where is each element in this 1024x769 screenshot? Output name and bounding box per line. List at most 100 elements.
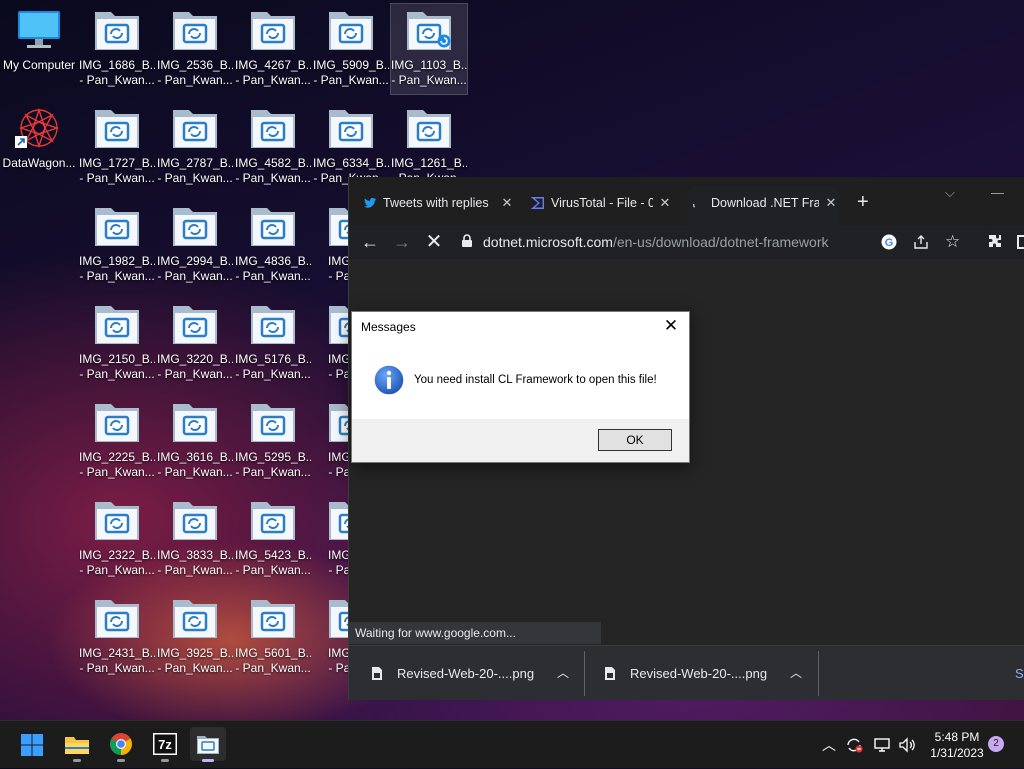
tab-dotnet[interactable]: Download .NET Framework ✕	[687, 187, 839, 225]
tab-close-icon[interactable]: ✕	[823, 187, 839, 219]
desktop-icon-my-computer[interactable]: My Computer	[1, 4, 77, 94]
start-button[interactable]	[14, 727, 50, 761]
active-app-button[interactable]	[190, 727, 226, 762]
chrome-button[interactable]	[103, 727, 139, 762]
tab-close-icon[interactable]: ✕	[657, 189, 673, 217]
chevron-up-icon[interactable]: ︿	[790, 646, 802, 700]
twitter-icon	[363, 197, 377, 208]
icon-label-line1: IMG_2150_B...	[79, 352, 155, 366]
icon-image	[171, 400, 219, 446]
icon-label-line2: - Pan_Kwan...	[235, 661, 311, 675]
clock[interactable]: 5:48 PM 1/31/2023	[922, 729, 992, 761]
icon-label-line1: IMG_4267_B...	[235, 58, 311, 72]
desktop-icon-image-file[interactable]: IMG_3220_B... - Pan_Kwan...	[157, 298, 233, 388]
icon-label-line2: - Pan_Kwan...	[79, 73, 155, 87]
download-item[interactable]: Revised-Web-20-....png ︿	[371, 646, 581, 700]
desktop-icon-image-file[interactable]: IMG_5601_B... - Pan_Kwan...	[235, 592, 311, 682]
icon-label-line1: IMG_3925_B...	[157, 646, 233, 660]
share-icon[interactable]	[913, 234, 929, 250]
desktop-icon-image-file[interactable]: IMG_5909_B... - Pan_Kwan...	[313, 4, 389, 94]
image-folder-icon	[95, 502, 139, 540]
desktop-icon-image-file[interactable]: IMG_1686_B... - Pan_Kwan...	[79, 4, 155, 94]
image-folder-icon	[95, 306, 139, 344]
icon-label-line2: - Pan_Kwan...	[79, 171, 155, 185]
icon-image	[171, 596, 219, 642]
new-tab-button[interactable]: +	[857, 191, 869, 213]
icon-image	[93, 400, 141, 446]
image-folder-icon	[173, 502, 217, 540]
forward-arrow-icon[interactable]: →	[389, 229, 415, 255]
icon-image	[249, 596, 297, 642]
tab-close-icon[interactable]: ✕	[499, 189, 515, 217]
side-panel-icon[interactable]	[1017, 235, 1024, 249]
desktop-icon-image-file[interactable]: IMG_2994_B... - Pan_Kwan...	[157, 200, 233, 290]
desktop-icon-image-file[interactable]: IMG_1103_B... - Pan_Kwan...	[390, 3, 468, 95]
icon-label-line1: IMG_2431_B...	[79, 646, 155, 660]
file-icon	[605, 667, 615, 680]
desktop-icon-image-file[interactable]: IMG_3616_B... - Pan_Kwan...	[157, 396, 233, 486]
desktop-icon-image-file[interactable]: IMG_1982_B... - Pan_Kwan...	[79, 200, 155, 290]
icon-label-line1: IMG_3616_B...	[157, 450, 233, 464]
google-icon[interactable]: G	[881, 234, 897, 250]
icon-label-line2: - Pan_Kwan...	[79, 661, 155, 675]
icon-label-line1: IMG_5423_B...	[235, 548, 311, 562]
desktop-icon-image-file[interactable]: IMG_2322_B... - Pan_Kwan...	[79, 494, 155, 584]
image-folder-icon	[407, 110, 451, 148]
icon-image	[93, 106, 141, 152]
icon-image	[171, 498, 219, 544]
7zip-button[interactable]: 7z	[147, 727, 183, 762]
desktop-icon-image-file[interactable]: IMG_4836_B... - Pan_Kwan...	[235, 200, 311, 290]
icon-label-line2: - Pan_Kwan...	[235, 269, 311, 283]
desktop-icon-datawagon[interactable]: DataWagon...	[1, 102, 77, 192]
icon-label-line2: - Pan_Kwan...	[235, 367, 311, 381]
network-icon[interactable]	[873, 737, 891, 753]
icon-label-line1: IMG_5295_B...	[235, 450, 311, 464]
desktop-icon-image-file[interactable]: IMG_4267_B... - Pan_Kwan...	[235, 4, 311, 94]
app-icon	[197, 736, 219, 754]
tab-tweets[interactable]: Tweets with replies ✕	[359, 189, 515, 217]
tab-search-icon[interactable]: ⌵	[945, 185, 955, 201]
icon-image	[15, 106, 63, 152]
windows-logo-icon	[21, 734, 43, 756]
running-indicator	[161, 759, 169, 762]
desktop-icon-image-file[interactable]: IMG_3925_B... - Pan_Kwan...	[157, 592, 233, 682]
desktop-icon-image-file[interactable]: IMG_2787_B... - Pan_Kwan...	[157, 102, 233, 192]
icon-label-line2: - Pan_Kwan...	[235, 563, 311, 577]
icon-label-line2: - Pan_Kwan...	[157, 465, 233, 479]
tray-overflow-icon[interactable]: ︿	[822, 721, 836, 769]
extensions-icon[interactable]	[987, 233, 1003, 249]
desktop-icon-image-file[interactable]: IMG_3833_B... - Pan_Kwan...	[157, 494, 233, 584]
back-arrow-icon[interactable]: ←	[357, 229, 383, 255]
desktop-icon-image-file[interactable]: IMG_1727_B... - Pan_Kwan...	[79, 102, 155, 192]
ok-button[interactable]: OK	[598, 429, 672, 451]
address-bar[interactable]: dotnet.microsoft.com/en-us/download/dotn…	[455, 228, 995, 256]
desktop-icon-image-file[interactable]: IMG_2150_B... - Pan_Kwan...	[79, 298, 155, 388]
minimize-icon[interactable]: —	[991, 185, 1004, 200]
desktop-icon-image-file[interactable]: IMG_5176_B... - Pan_Kwan...	[235, 298, 311, 388]
desktop-icon-image-file[interactable]: IMG_4582_B... - Pan_Kwan...	[235, 102, 311, 192]
show-all-link[interactable]: Sh	[1015, 646, 1024, 700]
running-indicator	[202, 759, 214, 762]
stop-loading-icon[interactable]: ✕	[421, 229, 447, 255]
desktop-icon-image-file[interactable]: IMG_5295_B... - Pan_Kwan...	[235, 396, 311, 486]
file-icon	[372, 667, 382, 680]
desktop-icon-image-file[interactable]: IMG_5423_B... - Pan_Kwan...	[235, 494, 311, 584]
icon-label-line1: IMG_3220_B...	[157, 352, 233, 366]
icon-image	[93, 596, 141, 642]
volume-icon[interactable]	[898, 737, 916, 753]
desktop-icon-image-file[interactable]: IMG_2536_B... - Pan_Kwan...	[157, 4, 233, 94]
icon-label-line1: IMG_4836_B...	[235, 254, 311, 268]
notification-badge[interactable]: 2	[988, 736, 1004, 752]
chevron-up-icon[interactable]: ︿	[557, 646, 569, 700]
file-explorer-button[interactable]	[59, 727, 95, 762]
icon-label-line1: IMG_2322_B...	[79, 548, 155, 562]
close-icon[interactable]: ✕	[661, 316, 681, 336]
loading-icon	[437, 34, 451, 48]
tab-virustotal[interactable]: VirusTotal - File - 0 ✕	[527, 189, 673, 217]
sync-icon[interactable]	[845, 737, 863, 753]
desktop-icon-image-file[interactable]: IMG_2225_B... - Pan_Kwan...	[79, 396, 155, 486]
desktop-icon-image-file[interactable]: IMG_2431_B... - Pan_Kwan...	[79, 592, 155, 682]
bookmark-star-icon[interactable]: ☆	[945, 228, 960, 256]
download-item[interactable]: Revised-Web-20-....png ︿	[604, 646, 814, 700]
icon-label-line2: - Pan_Kwan...	[79, 465, 155, 479]
